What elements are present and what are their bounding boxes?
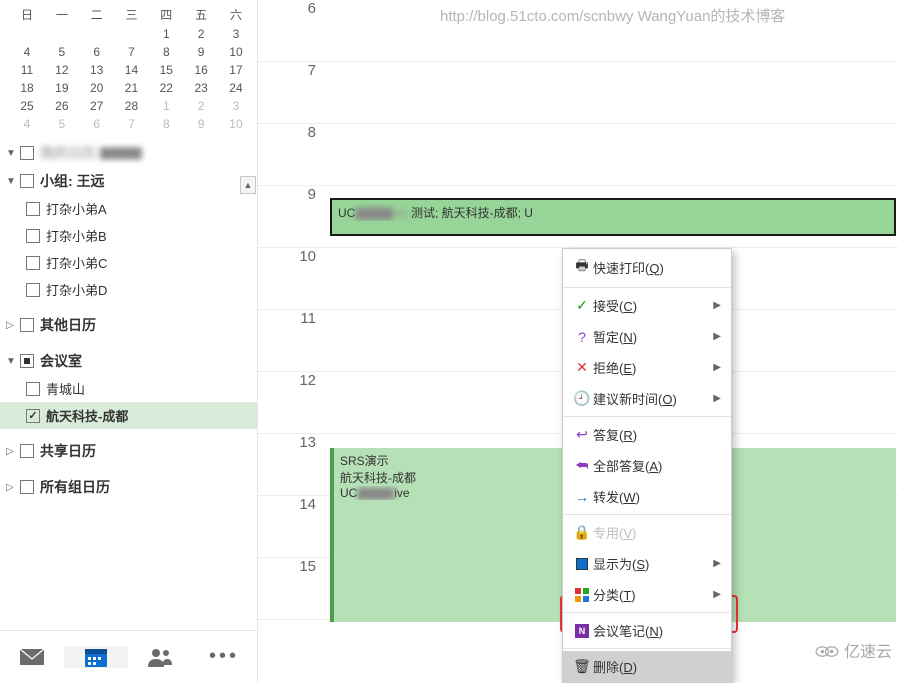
people-icon[interactable] bbox=[128, 647, 192, 667]
menu-decline[interactable]: ✕拒绝(E)▶ bbox=[563, 352, 731, 383]
menu-quickprint[interactable]: 🖶快速打印(Q) bbox=[563, 249, 731, 285]
menu-private: 🔒专用(V) bbox=[563, 517, 731, 548]
categories-icon bbox=[571, 588, 593, 602]
showas-icon bbox=[571, 558, 593, 570]
module-switcher: ••• bbox=[0, 630, 257, 682]
submenu-arrow-icon: ▶ bbox=[713, 362, 721, 373]
submenu-arrow-icon: ▶ bbox=[713, 393, 721, 404]
chevron-down-icon: ▼ bbox=[6, 176, 20, 187]
hour-label: 15 bbox=[258, 558, 328, 620]
menu-reply[interactable]: ↩答复(R) bbox=[563, 419, 731, 450]
checkbox[interactable] bbox=[20, 146, 34, 160]
print-icon: 🖶 bbox=[571, 255, 593, 279]
menu-replyall[interactable]: ⮪全部答复(A) bbox=[563, 450, 731, 481]
hour-label: 10 bbox=[258, 248, 328, 310]
team-group[interactable]: ▼ 小组: 王远 bbox=[0, 167, 257, 195]
team-member[interactable]: 打杂小弟D bbox=[0, 276, 257, 303]
context-menu: 🖶快速打印(Q) ✓接受(C)▶ ?暂定(N)▶ ✕拒绝(E)▶ 🕘建议新时间(… bbox=[562, 248, 732, 683]
question-icon: ? bbox=[571, 329, 593, 345]
hour-label: 9 bbox=[258, 186, 328, 248]
hour-label: 14 bbox=[258, 496, 328, 558]
menu-notes[interactable]: N会议笔记(N) bbox=[563, 615, 731, 646]
sidebar: 日一二三四五六 12345678910111213141516171819202… bbox=[0, 0, 258, 682]
lock-icon: 🔒 bbox=[571, 524, 593, 541]
chevron-down-icon: ▼ bbox=[6, 148, 20, 159]
forward-icon: → bbox=[571, 489, 593, 505]
brand-logo: 亿速云 bbox=[813, 638, 892, 662]
calendar-event-selected[interactable]: UC▇▇▇▇ive 测试; 航天科技-成都; U bbox=[330, 198, 896, 236]
more-icon[interactable]: ••• bbox=[192, 645, 256, 668]
mini-calendar[interactable]: 日一二三四五六 12345678910111213141516171819202… bbox=[0, 0, 257, 135]
menu-categorize[interactable]: 分类(T)▶ bbox=[563, 579, 731, 610]
hour-label: 11 bbox=[258, 310, 328, 372]
hour-label: 8 bbox=[258, 124, 328, 186]
allgroups-group[interactable]: ▷ 所有组日历 bbox=[0, 473, 257, 501]
room-item[interactable]: 青城山 bbox=[0, 375, 257, 402]
menu-accept[interactable]: ✓接受(C)▶ bbox=[563, 290, 731, 321]
my-calendar-group[interactable]: ▼ 我的日历 ▇▇▇ bbox=[0, 139, 257, 167]
checkbox[interactable] bbox=[20, 174, 34, 188]
calendar-tree: ▼ 我的日历 ▇▇▇ ▼ 小组: 王远 打杂小弟A 打杂小弟B 打杂小弟C 打杂… bbox=[0, 135, 257, 630]
room-item-selected[interactable]: ✓航天科技-成都 bbox=[0, 402, 257, 429]
replyall-icon: ⮪ bbox=[571, 457, 593, 474]
hour-label: 7 bbox=[258, 62, 328, 124]
team-member[interactable]: 打杂小弟A bbox=[0, 195, 257, 222]
menu-showas[interactable]: 显示为(S)▶ bbox=[563, 548, 731, 579]
team-member[interactable]: 打杂小弟C bbox=[0, 249, 257, 276]
menu-forward[interactable]: →转发(W) bbox=[563, 481, 731, 512]
chevron-down-icon: ▼ bbox=[6, 356, 20, 367]
chevron-right-icon: ▷ bbox=[6, 320, 20, 331]
hour-label: 13 bbox=[258, 434, 328, 496]
hour-label: 6 bbox=[258, 0, 328, 62]
mail-icon[interactable] bbox=[0, 647, 64, 667]
trash-icon: 🗑 bbox=[571, 658, 593, 675]
chevron-right-icon: ▷ bbox=[6, 446, 20, 457]
submenu-arrow-icon: ▶ bbox=[713, 558, 721, 569]
calendar-icon[interactable] bbox=[64, 646, 128, 668]
submenu-arrow-icon: ▶ bbox=[713, 589, 721, 600]
watermark-text: http://blog.51cto.com/scnbwy WangYuan的技术… bbox=[440, 5, 785, 26]
clock-icon: 🕘 bbox=[571, 390, 593, 407]
submenu-arrow-icon: ▶ bbox=[713, 300, 721, 311]
onenote-icon: N bbox=[571, 624, 593, 638]
shared-group[interactable]: ▷ 共享日历 bbox=[0, 437, 257, 465]
x-icon: ✕ bbox=[571, 359, 593, 376]
check-icon: ✓ bbox=[571, 297, 593, 314]
menu-delete[interactable]: 🗑删除(D) bbox=[563, 651, 731, 682]
menu-propose[interactable]: 🕘建议新时间(O)▶ bbox=[563, 383, 731, 414]
reply-icon: ↩ bbox=[571, 426, 593, 443]
team-member[interactable]: 打杂小弟B bbox=[0, 222, 257, 249]
submenu-arrow-icon: ▶ bbox=[713, 331, 721, 342]
chevron-right-icon: ▷ bbox=[6, 482, 20, 493]
rooms-group[interactable]: ▼ 会议室 bbox=[0, 347, 257, 375]
hour-label: 12 bbox=[258, 372, 328, 434]
scroll-up-button[interactable]: ▲ bbox=[240, 176, 256, 194]
menu-tentative[interactable]: ?暂定(N)▶ bbox=[563, 321, 731, 352]
time-gutter: 6789101112131415 bbox=[258, 0, 328, 682]
other-calendar-group[interactable]: ▷ 其他日历 bbox=[0, 311, 257, 339]
